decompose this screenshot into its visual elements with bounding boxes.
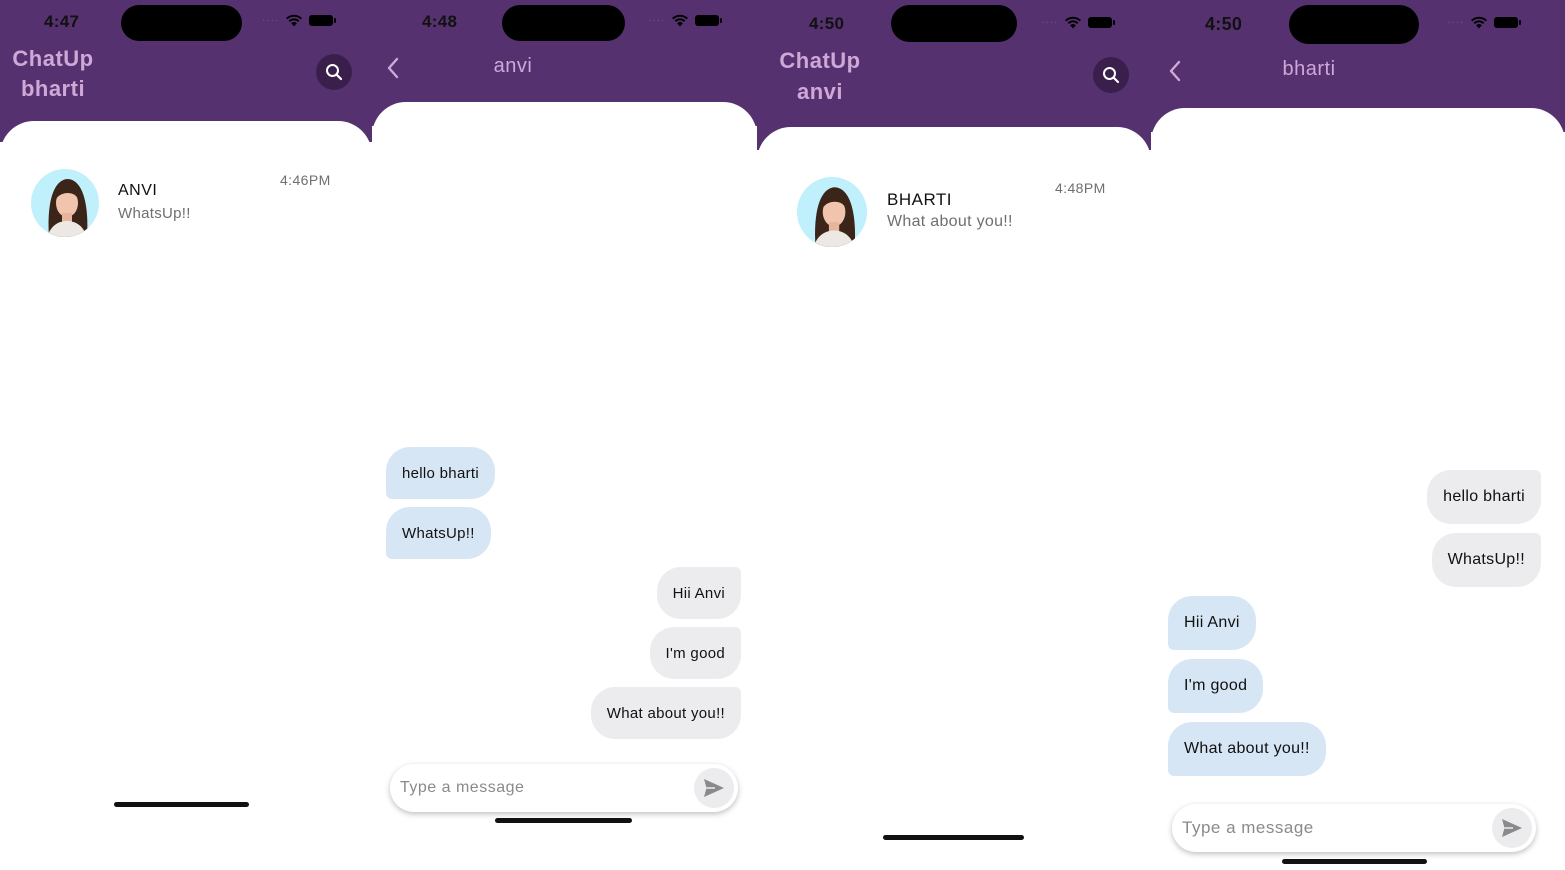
message-composer — [390, 764, 738, 812]
battery-icon — [309, 15, 337, 26]
status-time: 4:50 — [809, 14, 845, 33]
app-title-block: ChatUp bharti — [8, 44, 98, 104]
message-bubble-received: Hii Anvi — [1168, 596, 1256, 650]
message-time: 4:46PM — [280, 172, 331, 188]
chat-list-screen-bharti: 4:47 ···· ChatUp bharti ANVI WhatsUp!! 4… — [0, 0, 372, 870]
message-bubble-received: WhatsUp!! — [386, 507, 491, 559]
wifi-icon — [672, 14, 689, 27]
battery-icon — [1088, 17, 1116, 28]
dynamic-island — [891, 5, 1017, 42]
search-button[interactable] — [316, 54, 352, 90]
send-button[interactable] — [694, 768, 734, 808]
message-bubble-sent: Hii Anvi — [656, 567, 741, 619]
message-bubble-sent: What about you!! — [590, 687, 741, 739]
signal-icon: ···· — [262, 14, 280, 26]
app-name: ChatUp — [779, 48, 861, 73]
app-name: ChatUp — [12, 46, 94, 71]
search-icon — [326, 64, 343, 81]
dynamic-island — [1289, 5, 1419, 44]
wifi-icon — [1471, 16, 1488, 29]
last-message: What about you!! — [887, 213, 1013, 230]
home-indicator — [114, 802, 249, 807]
status-indicators: ···· — [648, 14, 723, 27]
message-input[interactable] — [400, 764, 690, 812]
avatar — [797, 177, 867, 247]
search-button[interactable] — [1093, 57, 1129, 93]
home-indicator — [1282, 859, 1427, 864]
dynamic-island — [502, 5, 625, 41]
message-bubble-received: I'm good — [1168, 659, 1264, 713]
current-user-name: anvi — [796, 79, 844, 104]
status-time: 4:50 — [1205, 14, 1243, 34]
contact-name: ANVI — [118, 182, 158, 199]
status-indicators: ···· — [1041, 16, 1116, 29]
contact-name: BHARTI — [887, 190, 953, 209]
chat-list-item-bharti[interactable]: BHARTI What about you!! 4:48PM — [757, 175, 1151, 255]
wifi-icon — [1065, 16, 1082, 29]
send-icon — [704, 779, 724, 797]
message-bubble-received: What about you!! — [1168, 722, 1326, 776]
signal-icon: ···· — [1447, 16, 1465, 28]
message-input[interactable] — [1182, 804, 1482, 852]
signal-icon: ···· — [1041, 16, 1059, 28]
wifi-icon — [286, 14, 303, 27]
home-indicator — [495, 818, 632, 823]
chat-list-screen-anvi: 4:50 ···· ChatUp anvi BHARTI What about … — [757, 0, 1151, 870]
home-indicator — [883, 835, 1024, 840]
message-time: 4:48PM — [1055, 180, 1106, 196]
signal-icon: ···· — [648, 14, 666, 26]
send-icon — [1502, 819, 1522, 837]
dynamic-island — [121, 5, 242, 41]
status-time: 4:47 — [44, 12, 80, 31]
send-button[interactable] — [1492, 808, 1532, 848]
message-bubble-sent: WhatsUp!! — [1431, 533, 1541, 587]
app-title-block: ChatUp anvi — [775, 45, 865, 107]
status-indicators: ···· — [262, 14, 337, 27]
message-composer — [1172, 804, 1536, 852]
message-bubble-received: hello bharti — [386, 447, 495, 499]
avatar — [31, 169, 99, 237]
content-sheet: ANVI WhatsUp!! 4:46PM — [0, 121, 372, 870]
last-message: WhatsUp!! — [118, 205, 191, 222]
chat-title: bharti — [1282, 58, 1336, 80]
battery-icon — [1494, 17, 1522, 28]
conversation-screen-bharti: 4:50 ···· bharti hello bharti WhatsUp!! … — [1151, 0, 1565, 870]
chat-title: anvi — [493, 55, 533, 77]
conversation-screen-anvi: 4:48 ···· anvi hello bharti WhatsUp!! Hi… — [372, 0, 757, 870]
content-sheet: BHARTI What about you!! 4:48PM — [757, 127, 1151, 870]
status-indicators: ···· — [1447, 16, 1522, 29]
message-bubble-sent: I'm good — [649, 627, 741, 679]
current-user-name: bharti — [20, 76, 86, 101]
message-bubble-sent: hello bharti — [1427, 470, 1541, 524]
search-icon — [1103, 67, 1120, 84]
chat-list-item-anvi[interactable]: ANVI WhatsUp!! 4:46PM — [0, 165, 372, 245]
status-time: 4:48 — [422, 12, 458, 31]
battery-icon — [695, 15, 723, 26]
